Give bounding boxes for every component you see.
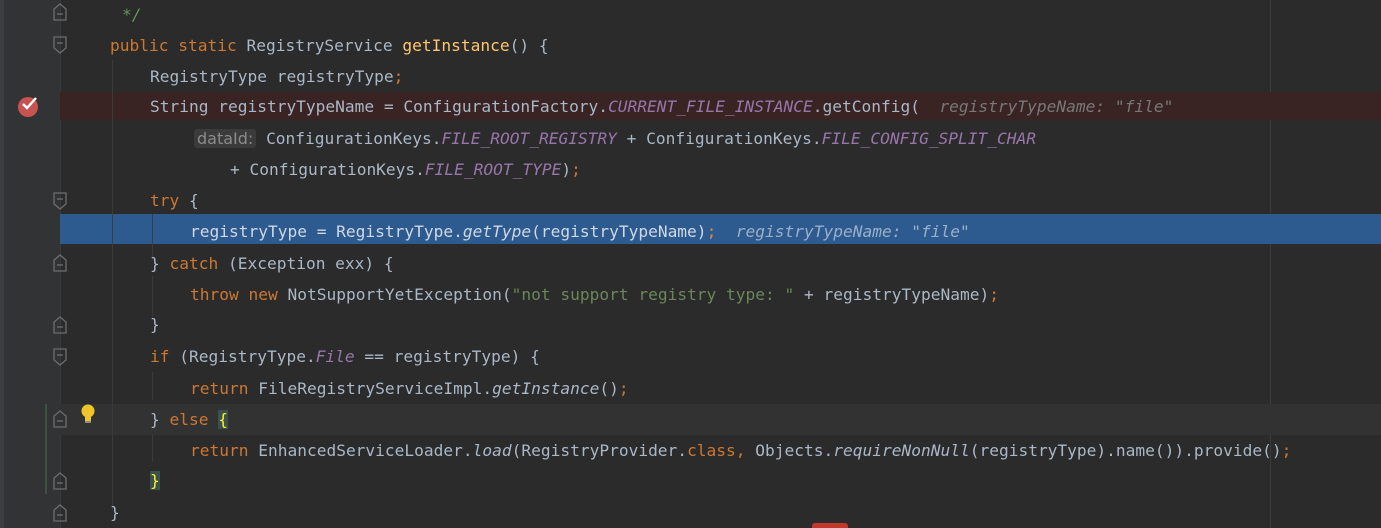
- code-line[interactable]: throw new NotSupportYetException("not su…: [190, 280, 999, 310]
- static-method-call: getType: [462, 222, 532, 241]
- code-text: == registryType) {: [354, 347, 540, 366]
- code-text: + registryTypeName): [794, 285, 990, 304]
- indent-guide: [152, 372, 153, 400]
- keyword: try: [150, 191, 180, 210]
- semicolon: ;: [393, 67, 404, 86]
- enum-constant: File: [315, 347, 355, 366]
- semicolon: ;: [1281, 441, 1292, 460]
- debug-value-hint: registryTypeName: "file": [939, 97, 1174, 116]
- code-text: .getConfig(: [812, 97, 920, 116]
- code-text: ConfigurationKeys.: [266, 129, 442, 148]
- matched-brace: {: [218, 410, 228, 429]
- code-line[interactable]: */: [122, 0, 142, 30]
- code-text: }: [110, 503, 120, 522]
- code-text: (registryTypeName): [531, 222, 707, 241]
- code-line[interactable]: return FileRegistryServiceImpl.getInstan…: [190, 374, 629, 404]
- method-declaration: getInstance: [402, 36, 510, 55]
- code-line[interactable]: }: [150, 310, 160, 340]
- keyword: class,: [687, 441, 746, 460]
- breakpoint-check-icon[interactable]: [17, 94, 41, 118]
- fold-end-icon[interactable]: [52, 315, 68, 335]
- fold-start-icon[interactable]: [52, 347, 68, 367]
- parameter-hint: dataId:: [194, 129, 257, 148]
- code-line[interactable]: dataId: ConfigurationKeys.FILE_ROOT_REGI…: [194, 124, 1036, 154]
- code-line[interactable]: } catch (Exception exx) {: [150, 249, 394, 279]
- code-line[interactable]: public static RegistryService getInstanc…: [110, 31, 549, 61]
- code-line[interactable]: return EnhancedServiceLoader.load(Regist…: [190, 436, 1291, 466]
- error-stripe-marker[interactable]: [812, 523, 848, 528]
- string-literal: "not support registry type: ": [511, 285, 795, 304]
- code-line[interactable]: String registryTypeName = ConfigurationF…: [150, 92, 1173, 122]
- indent-guide: [152, 434, 153, 462]
- semicolon: ;: [618, 379, 629, 398]
- fold-end-icon[interactable]: [52, 409, 68, 429]
- code-text: }: [150, 315, 160, 334]
- code-line[interactable]: }: [150, 466, 160, 496]
- code-text: (RegistryType.: [169, 347, 316, 366]
- static-method-call: requireNonNull: [833, 441, 970, 460]
- keyword: public: [110, 36, 169, 55]
- keyword: if: [150, 347, 170, 366]
- code-text: String registryTypeName = ConfigurationF…: [150, 97, 609, 116]
- code-text: EnhancedServiceLoader.: [248, 441, 473, 460]
- static-field: FILE_CONFIG_SPLIT_CHAR: [821, 129, 1037, 148]
- matched-brace: }: [150, 471, 160, 490]
- code-text: (): [599, 379, 619, 398]
- keyword: static: [178, 36, 237, 55]
- code-text: FileRegistryServiceImpl.: [248, 379, 493, 398]
- static-field: CURRENT_FILE_INSTANCE: [608, 97, 813, 116]
- indent-guide: [112, 60, 113, 510]
- fold-end-icon[interactable]: [52, 471, 68, 491]
- code-line[interactable]: + ConfigurationKeys.FILE_ROOT_TYPE);: [230, 155, 581, 185]
- code-line-execution-point[interactable]: registryType = RegistryType.getType(regi…: [190, 217, 970, 247]
- fold-end-icon[interactable]: [52, 2, 68, 22]
- fold-start-icon[interactable]: [52, 35, 68, 55]
- return-type: RegistryService: [246, 36, 393, 55]
- code-line[interactable]: RegistryType registryType;: [150, 62, 403, 92]
- semicolon: ;: [989, 285, 999, 304]
- code-text: () {: [509, 36, 549, 55]
- code-text: RegistryType registryType: [150, 67, 394, 86]
- vcs-change-marker[interactable]: [45, 404, 47, 494]
- code-line[interactable]: try {: [150, 186, 199, 216]
- code-text: (registryType).name()).provide(): [969, 441, 1282, 460]
- keyword: return: [190, 379, 249, 398]
- code-text: (Exception exx) {: [218, 254, 394, 273]
- code-line-caret[interactable]: } else {: [150, 405, 228, 435]
- code-text: (RegistryProvider.: [511, 441, 688, 460]
- keyword: else: [169, 410, 209, 429]
- static-field: FILE_ROOT_REGISTRY: [441, 129, 617, 148]
- code-text: NotSupportYetException(: [277, 285, 512, 304]
- code-text: + ConfigurationKeys.: [230, 160, 425, 179]
- keyword: new: [248, 285, 278, 304]
- static-field: FILE_ROOT_TYPE: [424, 160, 562, 179]
- fold-start-icon[interactable]: [52, 191, 68, 211]
- code-text: ): [561, 160, 572, 179]
- keyword: throw: [190, 285, 239, 304]
- code-text: }: [150, 410, 170, 429]
- code-line[interactable]: if (RegistryType.File == registryType) {: [150, 342, 540, 372]
- fold-end-icon[interactable]: [52, 503, 68, 523]
- javadoc-end: */: [122, 5, 142, 24]
- code-line[interactable]: }: [110, 498, 120, 528]
- code-text: + ConfigurationKeys.: [616, 129, 822, 148]
- static-method-call: getInstance: [492, 379, 600, 398]
- debug-value-hint: registryTypeName: "file": [735, 222, 970, 241]
- keyword: catch: [169, 254, 219, 273]
- intention-bulb-icon[interactable]: [79, 403, 97, 425]
- static-method-call: load: [472, 441, 512, 460]
- semicolon: ;: [571, 160, 581, 179]
- code-text: {: [179, 191, 199, 210]
- caret-line-highlight: [60, 404, 1381, 435]
- code-text: Objects.: [745, 441, 834, 460]
- fold-end-icon[interactable]: [52, 253, 68, 273]
- code-text: }: [150, 254, 170, 273]
- semicolon: ;: [706, 222, 717, 241]
- code-text: registryType = RegistryType.: [190, 222, 463, 241]
- keyword: return: [190, 441, 249, 460]
